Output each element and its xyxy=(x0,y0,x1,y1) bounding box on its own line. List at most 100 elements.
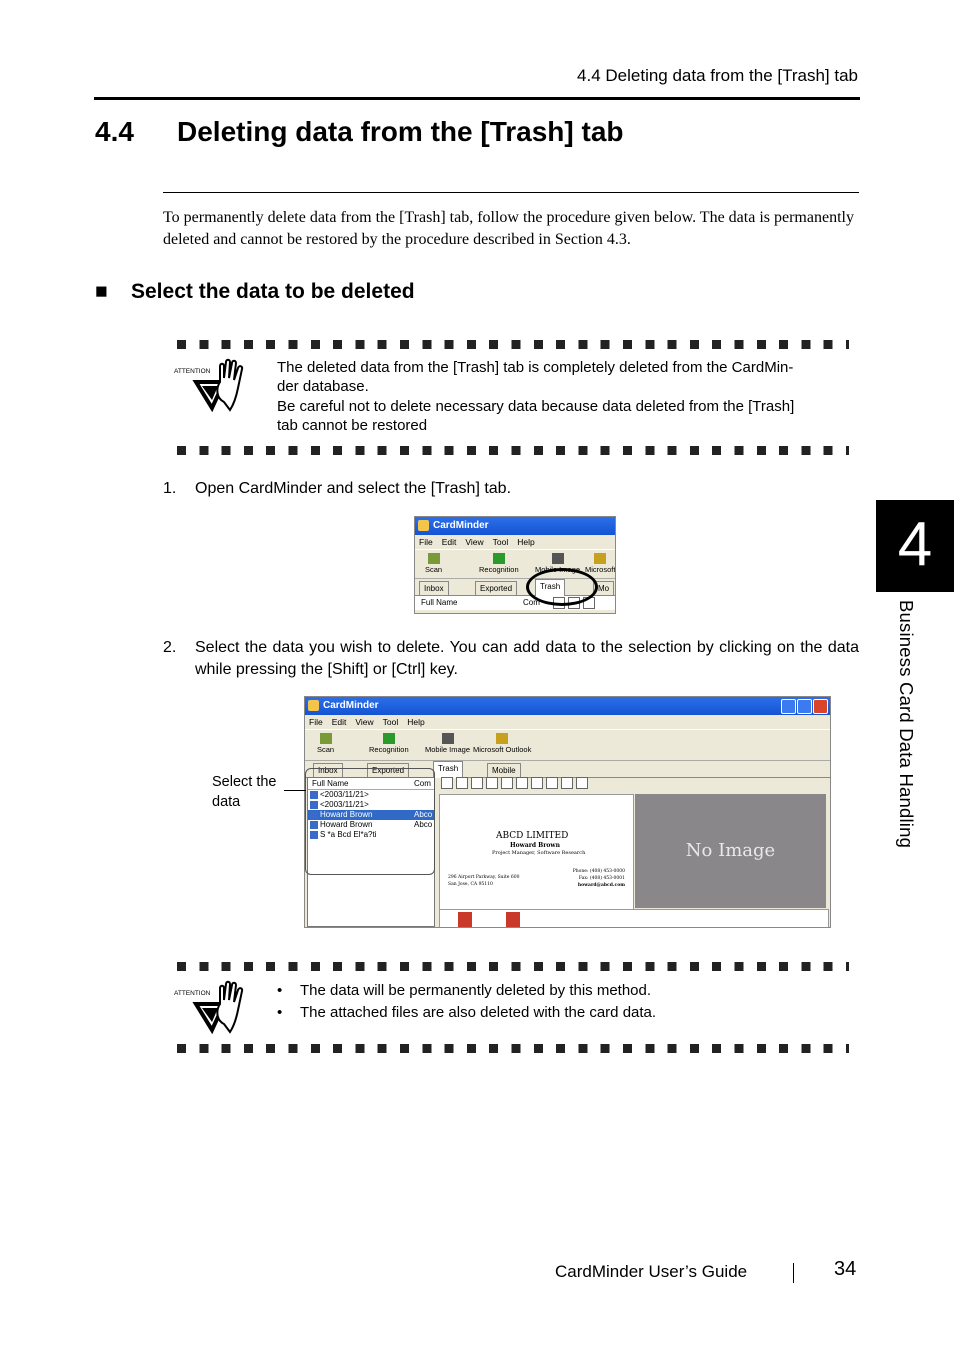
mobile-image-icon xyxy=(551,553,564,564)
rotate-icon[interactable] xyxy=(471,777,483,789)
scan-label: Scan xyxy=(425,565,443,574)
mobile-image-label: Mobile Image xyxy=(425,745,471,754)
selection-highlight-box xyxy=(305,768,435,875)
outlook-icon xyxy=(594,553,607,564)
scan-button[interactable]: Scan xyxy=(317,731,334,754)
tab-exported[interactable]: Exported xyxy=(475,581,518,595)
attention-border-bottom xyxy=(177,446,849,455)
menu-file[interactable]: File xyxy=(419,537,433,547)
scan-label: Scan xyxy=(317,745,335,754)
recognition-icon xyxy=(382,733,395,744)
menu-tool[interactable]: Tool xyxy=(383,717,399,727)
menu-tool[interactable]: Tool xyxy=(493,537,509,547)
app-icon xyxy=(308,700,319,711)
attention-icon-label: ATTENTION xyxy=(174,368,211,375)
callout-label: Select the data xyxy=(212,774,277,810)
title-rule xyxy=(163,192,859,193)
column-full-name[interactable]: Full Name xyxy=(421,598,457,607)
microsoft-label: Microsoft xyxy=(585,565,616,574)
bullet-dot-icon: • xyxy=(277,982,283,999)
toolbar: Scan Recognition Mobile Image Microsoft … xyxy=(305,729,830,761)
attention-icon: ATTENTION xyxy=(172,980,252,1035)
bullet-dot-icon: • xyxy=(277,1004,283,1021)
menu-edit[interactable]: Edit xyxy=(442,537,457,547)
attention-bullet: • The data will be permanently deleted by… xyxy=(277,982,847,1002)
edit-icon[interactable] xyxy=(441,777,453,789)
fit-icon[interactable] xyxy=(516,777,528,789)
footer-guide-title: CardMinder User’s Guide xyxy=(555,1262,748,1281)
square-bullet-icon: ■ xyxy=(95,280,108,303)
print-icon[interactable] xyxy=(561,777,573,789)
card-phone: Phone: (408) 453-0000 xyxy=(572,869,625,874)
front-side-icon[interactable] xyxy=(531,777,543,789)
step-text: Open CardMinder and select the [Trash] t… xyxy=(195,480,512,497)
back-side-icon[interactable] xyxy=(546,777,558,789)
scan-icon xyxy=(319,733,332,744)
attention-text-1: The deleted data from the [Trash] tab is… xyxy=(277,358,847,435)
intro-paragraph: To permanently delete data from the [Tra… xyxy=(163,209,854,248)
attention-line: The deleted data from the [Trash] tab is… xyxy=(277,359,794,376)
footer-separator xyxy=(793,1263,794,1283)
subsection-title: Select the data to be deleted xyxy=(131,280,415,303)
attention-icon-label: ATTENTION xyxy=(174,990,211,997)
recognition-button[interactable]: Recognition xyxy=(369,731,409,754)
zoom-in-icon[interactable] xyxy=(486,777,498,789)
outlook-icon xyxy=(496,733,509,744)
card-position: Project Manager, Software Research xyxy=(492,850,586,856)
close-icon[interactable] xyxy=(813,699,828,714)
menu-view[interactable]: View xyxy=(465,537,483,547)
window-titlebar: CardMinder xyxy=(305,697,830,715)
zoom-out-icon[interactable] xyxy=(501,777,513,789)
attention-bullet-text: The attached files are also deleted with… xyxy=(300,1004,657,1021)
callout-line xyxy=(284,790,306,791)
page-number: 34 xyxy=(834,1258,857,1280)
attention-bullet-text: The data will be permanently deleted by … xyxy=(300,982,652,999)
tab-trash[interactable]: Trash xyxy=(433,761,464,778)
card-address2: San Jose, CA 95110 xyxy=(448,882,493,887)
menu-view[interactable]: View xyxy=(355,717,373,727)
step-text: Select the data you wish to delete. You … xyxy=(195,639,859,678)
scan-button[interactable]: Scan xyxy=(425,551,442,574)
maximize-icon[interactable] xyxy=(797,699,812,714)
outlook-button[interactable]: Microsoft Outlook xyxy=(473,731,531,754)
window-title: CardMinder xyxy=(433,520,489,531)
pdf-attachment-icon[interactable] xyxy=(458,912,472,927)
window-titlebar: CardMinder xyxy=(415,517,615,535)
menu-help[interactable]: Help xyxy=(407,717,424,727)
section-title: 4.4 Deleting data from the [Trash] tab xyxy=(95,116,624,148)
step-number: 1. xyxy=(163,480,177,497)
attention-line: tab cannot be restored xyxy=(277,416,428,434)
recognition-label: Recognition xyxy=(369,745,409,754)
card-address1: 296 Airport Parkway, Suite 600 xyxy=(448,875,520,880)
scan-icon xyxy=(427,553,440,564)
export-icon[interactable] xyxy=(576,777,588,789)
card-name: Howard Brown xyxy=(510,842,560,849)
copy-icon[interactable] xyxy=(456,777,468,789)
attention-icon: ATTENTION xyxy=(172,358,252,413)
menu-help[interactable]: Help xyxy=(517,537,534,547)
app-icon xyxy=(418,520,429,531)
header-rule xyxy=(94,97,860,100)
attention-border-top xyxy=(177,962,849,971)
microsoft-button[interactable]: Microsoft xyxy=(585,551,615,574)
no-image-placeholder: No Image xyxy=(635,794,826,908)
pdf-attachment-icon[interactable] xyxy=(506,912,520,927)
attention-border-bottom xyxy=(177,1044,849,1053)
recognition-button[interactable]: Recognition xyxy=(479,551,519,574)
mobile-image-button[interactable]: Mobile Image xyxy=(425,731,470,754)
tab-mobile[interactable]: Mobile xyxy=(487,763,521,777)
attention-line: Be careful not to delete necessary data … xyxy=(277,397,795,415)
menu-edit[interactable]: Edit xyxy=(332,717,347,727)
card-toolbar xyxy=(441,777,591,789)
mobile-image-icon xyxy=(441,733,454,744)
attachment-pane xyxy=(439,909,829,927)
section-number: 4.4 xyxy=(95,116,134,147)
menu-file[interactable]: File xyxy=(309,717,323,727)
highlight-circle xyxy=(526,568,598,606)
tab-inbox[interactable]: Inbox xyxy=(419,581,449,595)
menu-bar: File Edit View Tool Help xyxy=(415,535,615,549)
chapter-title-vertical: Business Card Data Handling xyxy=(896,600,917,849)
minimize-icon[interactable] xyxy=(781,699,796,714)
running-header: 4.4 Deleting data from the [Trash] tab xyxy=(577,66,858,85)
subsection-heading: ■ Select the data to be deleted xyxy=(95,280,415,304)
